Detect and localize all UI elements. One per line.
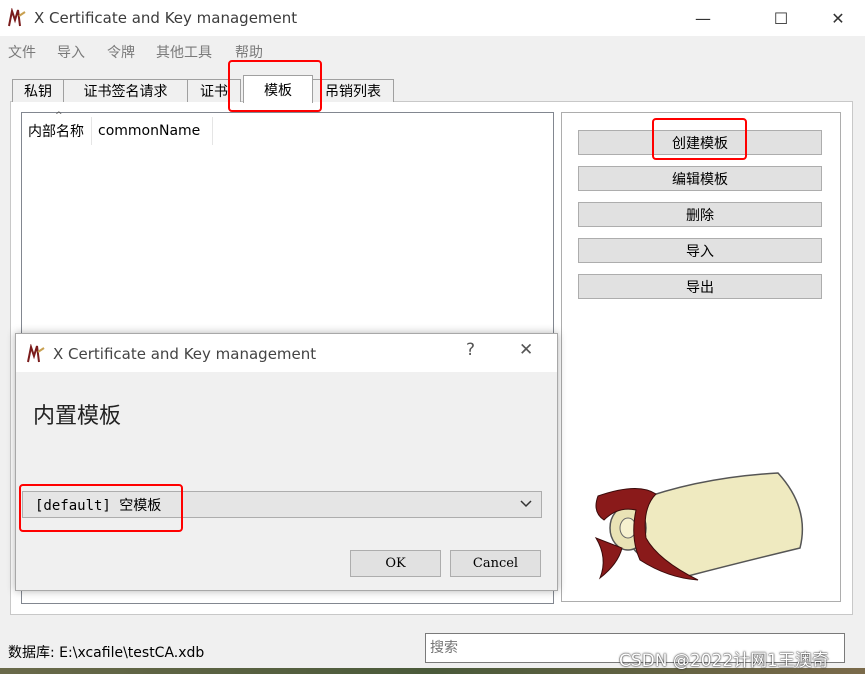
dialog-title: X Certificate and Key management	[53, 345, 317, 363]
tab-private-keys[interactable]: 私钥	[12, 79, 64, 102]
ok-button[interactable]: OK	[350, 550, 441, 577]
menu-other-tools[interactable]: 其他工具	[156, 42, 212, 62]
tab-revocation-lists[interactable]: 吊销列表	[312, 79, 394, 102]
column-internal-name[interactable]: 内部名称	[22, 117, 92, 145]
edit-template-button[interactable]: 编辑模板	[578, 166, 822, 191]
tab-certificates[interactable]: 证书	[187, 79, 241, 102]
chevron-down-icon	[520, 500, 532, 508]
menu-help[interactable]: 帮助	[235, 42, 263, 62]
template-select[interactable]: [default] 空模板	[22, 491, 542, 518]
create-template-button[interactable]: 创建模板	[578, 130, 822, 155]
menu-file[interactable]: 文件	[8, 42, 36, 62]
tab-csr[interactable]: 证书签名请求	[63, 79, 188, 102]
maximize-button[interactable]: ☐	[758, 0, 804, 36]
minimize-button[interactable]: —	[680, 0, 726, 36]
column-common-name[interactable]: commonName	[92, 117, 213, 145]
dialog-close-button[interactable]: ✕	[519, 340, 533, 360]
menu-token[interactable]: 令牌	[107, 42, 135, 62]
close-button[interactable]: ✕	[815, 0, 861, 36]
import-button[interactable]: 导入	[578, 238, 822, 263]
export-button[interactable]: 导出	[578, 274, 822, 299]
database-path-label: 数据库: E:\xcafile\testCA.xdb	[8, 645, 205, 661]
dialog-heading: 内置模板	[33, 404, 122, 429]
template-select-value: [default] 空模板	[35, 497, 162, 514]
dialog-logo-icon	[27, 344, 45, 363]
watermark: CSDN @2022计网1王澳奇	[619, 651, 829, 671]
cancel-button[interactable]: Cancel	[450, 550, 541, 577]
dialog-help-button[interactable]: ?	[466, 340, 475, 360]
scroll-illustration-icon	[594, 472, 804, 581]
window-title: X Certificate and Key management	[34, 9, 298, 27]
tab-templates[interactable]: 模板	[243, 75, 313, 103]
sort-indicator-icon: ^	[55, 111, 63, 121]
builtin-template-dialog: X Certificate and Key management ? ✕ 内置模…	[15, 333, 558, 591]
menu-import[interactable]: 导入	[57, 42, 85, 62]
app-logo-icon	[8, 8, 26, 27]
delete-button[interactable]: 删除	[578, 202, 822, 227]
